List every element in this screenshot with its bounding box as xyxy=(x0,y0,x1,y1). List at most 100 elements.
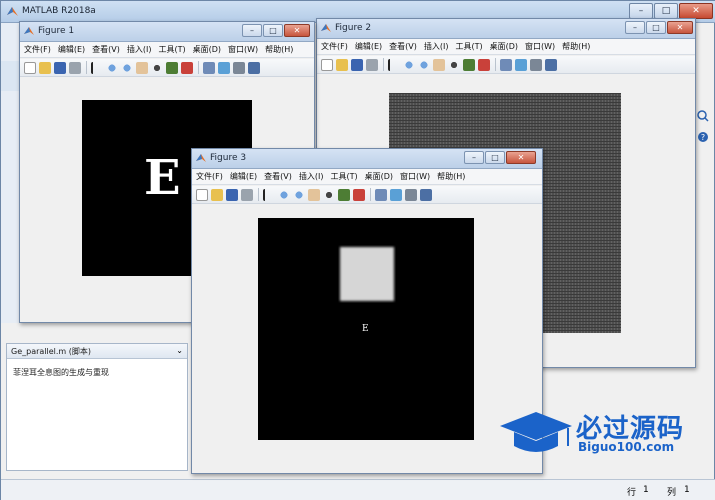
menu-desktop[interactable]: 桌面(D) xyxy=(490,41,518,52)
zoom-out-icon[interactable] xyxy=(293,188,305,201)
brush-icon[interactable] xyxy=(353,188,365,201)
menu-help[interactable]: 帮助(H) xyxy=(265,44,293,55)
menu-view[interactable]: 查看(V) xyxy=(389,41,417,52)
close-button[interactable]: ✕ xyxy=(667,21,693,34)
toolbar-divider xyxy=(495,58,496,71)
close-icon: ✕ xyxy=(517,153,525,162)
close-icon: ✕ xyxy=(676,23,684,32)
pan-icon[interactable] xyxy=(308,188,320,201)
show-plot-tools-icon[interactable] xyxy=(545,58,557,71)
menu-insert[interactable]: 插入(I) xyxy=(127,44,152,55)
rotate-icon[interactable] xyxy=(151,61,163,74)
open-icon[interactable] xyxy=(39,61,51,74)
minimize-button[interactable]: – xyxy=(242,24,262,37)
window-title: MATLAB R2018a xyxy=(22,6,96,16)
maximize-icon: □ xyxy=(652,23,660,32)
data-cursor-icon[interactable] xyxy=(166,61,178,74)
save-icon[interactable] xyxy=(226,188,238,201)
menu-edit[interactable]: 编辑(E) xyxy=(58,44,85,55)
close-button[interactable]: ✕ xyxy=(284,24,310,37)
brush-icon[interactable] xyxy=(478,58,490,71)
menu-tools[interactable]: 工具(T) xyxy=(330,171,357,182)
menu-window[interactable]: 窗口(W) xyxy=(400,171,430,182)
close-button[interactable]: ✕ xyxy=(679,3,713,19)
open-icon[interactable] xyxy=(336,58,348,71)
menu-tools[interactable]: 工具(T) xyxy=(455,41,482,52)
new-figure-icon[interactable] xyxy=(24,61,36,74)
menu-window[interactable]: 窗口(W) xyxy=(525,41,555,52)
left-dock-tab[interactable] xyxy=(1,61,21,91)
data-cursor-icon[interactable] xyxy=(338,188,350,201)
menu-file[interactable]: 文件(F) xyxy=(24,44,51,55)
minimize-icon: – xyxy=(250,26,254,35)
status-bar: 行 1 列 1 xyxy=(1,479,715,500)
open-icon[interactable] xyxy=(211,188,223,201)
zoom-in-icon[interactable] xyxy=(106,61,118,74)
zoom-out-icon[interactable] xyxy=(121,61,133,74)
menu-desktop[interactable]: 桌面(D) xyxy=(193,44,221,55)
matlab-figure-icon xyxy=(321,24,331,32)
print-icon[interactable] xyxy=(241,188,253,201)
menu-insert[interactable]: 插入(I) xyxy=(299,171,324,182)
menu-view[interactable]: 查看(V) xyxy=(264,171,292,182)
legend-icon[interactable] xyxy=(405,188,417,201)
search-icon[interactable]: ? xyxy=(695,107,711,147)
chevron-down-icon[interactable]: ⌄ xyxy=(176,346,183,355)
zoom-in-icon[interactable] xyxy=(403,58,415,71)
colorbar-icon[interactable] xyxy=(218,61,230,74)
minimize-button[interactable]: – xyxy=(629,3,653,19)
minimize-button[interactable]: – xyxy=(464,151,484,164)
column-label: 列 xyxy=(667,488,677,498)
legend-icon[interactable] xyxy=(530,58,542,71)
maximize-button[interactable]: □ xyxy=(263,24,283,37)
menu-help[interactable]: 帮助(H) xyxy=(562,41,590,52)
column-value: 1 xyxy=(684,485,690,495)
save-icon[interactable] xyxy=(54,61,66,74)
save-icon[interactable] xyxy=(351,58,363,71)
menu-desktop[interactable]: 桌面(D) xyxy=(365,171,393,182)
brush-icon[interactable] xyxy=(181,61,193,74)
link-plot-icon[interactable] xyxy=(203,61,215,74)
new-figure-icon[interactable] xyxy=(196,188,208,201)
minimize-icon: – xyxy=(633,23,637,32)
new-figure-icon[interactable] xyxy=(321,58,333,71)
legend-icon[interactable] xyxy=(233,61,245,74)
minimize-button[interactable]: – xyxy=(625,21,645,34)
zoom-out-icon[interactable] xyxy=(418,58,430,71)
colorbar-icon[interactable] xyxy=(515,58,527,71)
menu-view[interactable]: 查看(V) xyxy=(92,44,120,55)
menu-window[interactable]: 窗口(W) xyxy=(228,44,258,55)
data-cursor-icon[interactable] xyxy=(463,58,475,71)
menu-insert[interactable]: 插入(I) xyxy=(424,41,449,52)
maximize-button[interactable]: □ xyxy=(654,3,678,19)
print-icon[interactable] xyxy=(366,58,378,71)
link-plot-icon[interactable] xyxy=(375,188,387,201)
rotate-icon[interactable] xyxy=(448,58,460,71)
menu-file[interactable]: 文件(F) xyxy=(321,41,348,52)
pan-icon[interactable] xyxy=(136,61,148,74)
print-icon[interactable] xyxy=(69,61,81,74)
close-button[interactable]: ✕ xyxy=(506,151,536,164)
link-plot-icon[interactable] xyxy=(500,58,512,71)
maximize-icon: □ xyxy=(269,26,277,35)
pointer-icon[interactable] xyxy=(263,188,275,201)
image-letter: E xyxy=(362,324,369,334)
zoom-in-icon[interactable] xyxy=(278,188,290,201)
figure-title: Figure 1 xyxy=(38,26,75,36)
menu-edit[interactable]: 编辑(E) xyxy=(230,171,257,182)
pan-icon[interactable] xyxy=(433,58,445,71)
menu-help[interactable]: 帮助(H) xyxy=(437,171,465,182)
graduation-cap-icon xyxy=(500,412,572,452)
show-plot-tools-icon[interactable] xyxy=(420,188,432,201)
menu-edit[interactable]: 编辑(E) xyxy=(355,41,382,52)
menu-file[interactable]: 文件(F) xyxy=(196,171,223,182)
script-header[interactable]: Ge_parallel.m (脚本) ⌄ xyxy=(7,344,187,359)
colorbar-icon[interactable] xyxy=(390,188,402,201)
pointer-icon[interactable] xyxy=(388,58,400,71)
maximize-button[interactable]: □ xyxy=(485,151,505,164)
pointer-icon[interactable] xyxy=(91,61,103,74)
show-plot-tools-icon[interactable] xyxy=(248,61,260,74)
maximize-button[interactable]: □ xyxy=(646,21,666,34)
menu-tools[interactable]: 工具(T) xyxy=(158,44,185,55)
rotate-icon[interactable] xyxy=(323,188,335,201)
